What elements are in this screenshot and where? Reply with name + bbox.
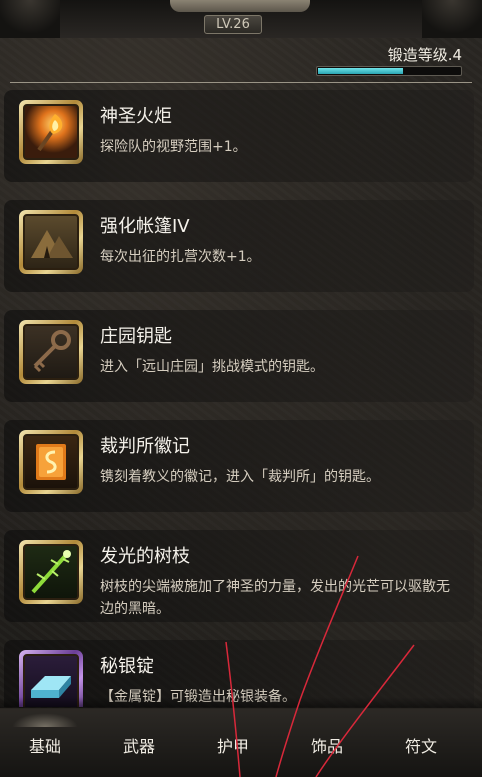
- item-icon-frame: [19, 540, 83, 604]
- item-desc: 镌刻着教义的徽记，进入「裁判所」的钥匙。: [100, 469, 380, 485]
- item-icon-frame: [19, 210, 83, 274]
- item-desc: 每次出征的扎营次数+1。: [100, 249, 261, 265]
- tent-icon: [23, 214, 79, 270]
- tab-bar-ridge: [0, 697, 482, 709]
- header-divider: [10, 82, 472, 83]
- frame-ornament-right: [422, 0, 482, 38]
- forge-level-label: 锻造等级.4: [387, 46, 462, 64]
- list-item[interactable]: 庄园钥匙 进入「远山庄园」挑战模式的钥匙。: [4, 310, 474, 402]
- tab-armor[interactable]: 护甲: [188, 731, 278, 763]
- glowing-branch-icon: [23, 544, 79, 600]
- list-item[interactable]: 发光的树枝 树枝的尖端被施加了神圣的力量，发出的光芒可以驱散无边的黑暗。: [4, 530, 474, 622]
- list-item[interactable]: 强化帐篷IV 每次出征的扎营次数+1。: [4, 200, 474, 292]
- item-name: 庄园钥匙: [100, 326, 172, 347]
- item-name: 发光的树枝: [100, 546, 190, 567]
- level-badge: LV.26: [204, 15, 262, 34]
- tab-basic[interactable]: 基础: [0, 713, 90, 763]
- torch-icon: [23, 104, 79, 160]
- key-icon: [23, 324, 79, 380]
- item-desc: 进入「远山庄园」挑战模式的钥匙。: [100, 359, 324, 375]
- item-name: 秘银锭: [100, 656, 154, 677]
- item-desc: 探险队的视野范围+1。: [100, 139, 247, 155]
- item-icon-frame: [19, 320, 83, 384]
- tab-runes[interactable]: 符文: [376, 731, 466, 763]
- title-banner: [170, 0, 310, 12]
- forge-progress-bar: [316, 66, 462, 76]
- list-item[interactable]: 裁判所徽记 镌刻着教义的徽记，进入「裁判所」的钥匙。: [4, 420, 474, 512]
- item-name: 强化帐篷IV: [100, 216, 190, 237]
- list-item[interactable]: 神圣火炬 探险队的视野范围+1。: [4, 90, 474, 182]
- item-icon-frame: [19, 430, 83, 494]
- category-tab-bar: 基础 武器 护甲 饰品 符文: [0, 697, 482, 777]
- item-icon-frame: [19, 100, 83, 164]
- item-name: 神圣火炬: [100, 106, 172, 127]
- emblem-icon: [23, 434, 79, 490]
- tab-weapons[interactable]: 武器: [94, 731, 184, 763]
- item-desc: 树枝的尖端被施加了神圣的力量，发出的光芒可以驱散无边的黑暗。: [100, 579, 450, 617]
- item-list[interactable]: 神圣火炬 探险队的视野范围+1。 强化帐篷IV 每次出征的扎营次数+1。 庄园钥…: [0, 90, 482, 707]
- item-name: 裁判所徽记: [100, 436, 190, 457]
- tab-accessories[interactable]: 饰品: [282, 731, 372, 763]
- frame-ornament-left: [0, 0, 60, 38]
- forge-progress-fill: [318, 68, 404, 74]
